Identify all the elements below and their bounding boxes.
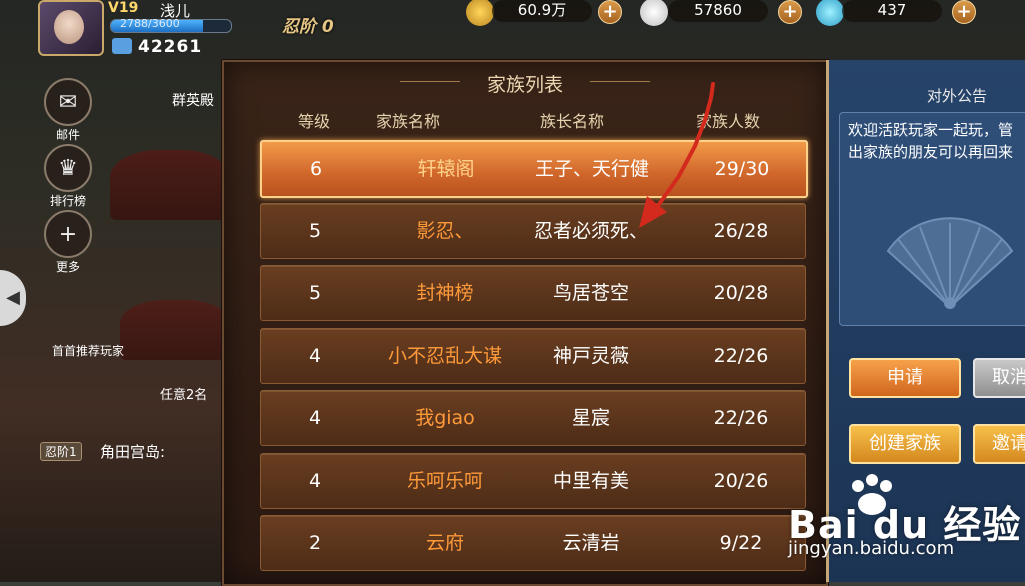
leader-name: 中里有美 bbox=[552, 469, 629, 492]
ninja-rank-label: 忍阶 0 bbox=[282, 17, 334, 37]
exp-text: 2788/3600 bbox=[120, 17, 180, 30]
mail-button[interactable]: ✉ 邮件 bbox=[40, 78, 96, 143]
notice-text: 欢迎活跃玩家一起玩，管 出家族的朋友可以再回来 bbox=[848, 119, 1025, 163]
clan-level: 4 bbox=[308, 469, 322, 492]
gem-amount: 437 bbox=[842, 0, 942, 22]
cancel-button[interactable]: 取消 bbox=[973, 358, 1025, 398]
apply-button[interactable]: 申请 bbox=[849, 358, 961, 398]
member-count: 20/26 bbox=[713, 469, 769, 492]
top-hud: V19 浅儿 2788/3600 42261 忍阶 0 60.9万 + 5786… bbox=[0, 0, 1025, 58]
watermark-url: jingyan.baidu.com bbox=[788, 538, 955, 559]
recommend-label: 首首推荐玩家 bbox=[52, 344, 125, 358]
vip-level: V19 bbox=[108, 0, 139, 16]
header-level: 等级 bbox=[298, 112, 331, 131]
add-gold-button[interactable]: + bbox=[598, 0, 622, 24]
mail-label: 邮件 bbox=[55, 128, 80, 142]
ninja-tag: 忍阶1 bbox=[40, 442, 82, 461]
power-icon bbox=[112, 38, 132, 54]
more-label: 更多 bbox=[55, 260, 80, 274]
more-button[interactable]: + 更多 bbox=[40, 210, 96, 275]
gem-icon bbox=[816, 0, 844, 26]
player-avatar[interactable] bbox=[38, 0, 104, 56]
clan-level: 5 bbox=[308, 282, 322, 304]
food-amount: 57860 bbox=[668, 0, 768, 22]
clan-level: 4 bbox=[308, 407, 322, 429]
create-clan-button[interactable]: 创建家族 bbox=[849, 424, 961, 464]
invite-button[interactable]: 邀请 bbox=[973, 424, 1025, 464]
leader-name: 鸟居苍空 bbox=[552, 282, 629, 304]
mail-icon: ✉ bbox=[44, 78, 92, 126]
clan-level: 6 bbox=[309, 158, 323, 180]
clan-row[interactable]: 4 乐呵乐呵 中里有美 20/26 bbox=[260, 452, 806, 509]
clan-level: 2 bbox=[308, 532, 322, 554]
add-food-button[interactable]: + bbox=[778, 0, 802, 24]
gold-coin-icon bbox=[466, 0, 494, 26]
notice-box: 欢迎活跃玩家一起玩，管 出家族的朋友可以再回来 bbox=[839, 112, 1025, 326]
combat-power: 42261 bbox=[138, 37, 203, 57]
notice-line-2: 出家族的朋友可以再回来 bbox=[848, 143, 1014, 161]
header-leader-name: 族长名称 bbox=[540, 112, 605, 131]
clan-row[interactable]: 2 云府 云清岩 9/22 bbox=[260, 515, 806, 571]
leader-name: 星宸 bbox=[571, 407, 610, 429]
header-clan-name: 家族名称 bbox=[376, 112, 441, 131]
member-count: 9/22 bbox=[719, 532, 763, 554]
add-gem-button[interactable]: + bbox=[952, 0, 976, 24]
clan-row[interactable]: 4 我giao 星宸 22/26 bbox=[260, 390, 806, 446]
rank-label: 排行榜 bbox=[49, 194, 86, 208]
modal-title: 家族列表 bbox=[486, 74, 563, 96]
member-count: 22/26 bbox=[713, 407, 769, 429]
clan-list-modal: 家族列表 等级 家族名称 族长名称 家族人数 6 轩辕阁 王子、天行健 29/30 5 影… bbox=[222, 60, 828, 586]
leader-name: 神戸灵薇 bbox=[552, 344, 629, 367]
member-count: 20/28 bbox=[713, 282, 769, 304]
gold-amount: 60.9万 bbox=[492, 0, 592, 22]
notice-title: 对外公告 bbox=[927, 87, 988, 105]
clan-level: 4 bbox=[308, 344, 322, 367]
rank-button[interactable]: ♛ 排行榜 bbox=[40, 144, 96, 209]
fan-icon bbox=[886, 217, 1014, 309]
task-label: 任意2名 bbox=[160, 388, 208, 403]
red-arrow-annotation bbox=[639, 82, 715, 228]
rice-ball-icon bbox=[640, 0, 668, 26]
clan-row[interactable]: 4 小不忍乱大谋 神戸灵薇 22/26 bbox=[260, 327, 806, 384]
member-count: 22/26 bbox=[713, 344, 769, 367]
leader-name: 云清岩 bbox=[562, 532, 620, 554]
clan-row[interactable]: 5 封神榜 鸟居苍空 20/28 bbox=[260, 265, 806, 321]
plus-icon: + bbox=[44, 210, 92, 258]
clan-level: 5 bbox=[308, 219, 322, 242]
heroes-hall-label[interactable]: 群英殿 bbox=[172, 90, 214, 110]
notice-line-1: 欢迎活跃玩家一起玩，管 bbox=[848, 121, 1014, 139]
avatar-face bbox=[54, 10, 84, 44]
location-label: 角田宫岛: bbox=[100, 443, 166, 461]
ranking-icon: ♛ bbox=[44, 144, 92, 192]
